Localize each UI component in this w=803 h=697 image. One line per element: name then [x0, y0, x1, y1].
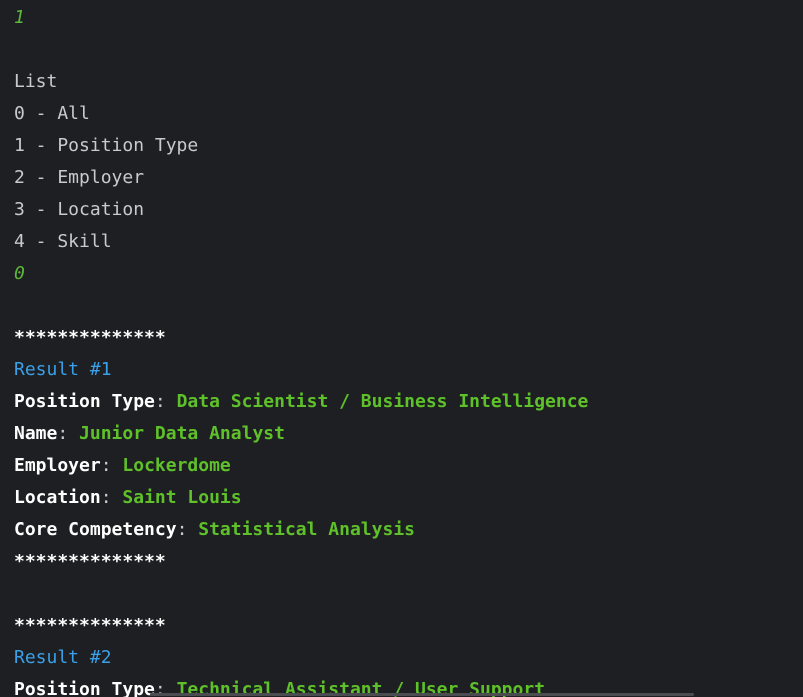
result-separator: ************** [14, 551, 166, 572]
field-value: Junior Data Analyst [79, 423, 285, 444]
field-label: Employer [14, 455, 101, 476]
field-value: Lockerdome [122, 455, 231, 476]
result-field: Employer: Lockerdome [14, 450, 803, 482]
field-separator: : [100, 487, 123, 508]
console-output: 1 List 0 - All 1 - Position Type 2 - Emp… [0, 0, 803, 697]
menu-item: 3 - Location [14, 199, 145, 220]
user-input-line: 1 [14, 7, 25, 28]
user-input-line: 0 [14, 263, 25, 284]
menu-item: 4 - Skill [14, 231, 112, 252]
field-separator: : [100, 455, 123, 476]
field-separator: : [154, 391, 177, 412]
field-value: Statistical Analysis [198, 519, 415, 540]
menu-header: List [14, 71, 58, 92]
field-separator: : [57, 423, 80, 444]
field-value: Saint Louis [122, 487, 242, 508]
field-value: Data Scientist / Business Intelligence [176, 391, 589, 412]
result-separator: ************** [14, 615, 166, 636]
field-label: Name [14, 423, 58, 444]
result-field: Name: Junior Data Analyst [14, 418, 803, 450]
result-heading: Result #2 [14, 647, 112, 668]
result-separator: ************** [14, 327, 166, 348]
result-field: Position Type: Data Scientist / Business… [14, 386, 803, 418]
field-label: Position Type [14, 391, 155, 412]
console-lines: 1 List 0 - All 1 - Position Type 2 - Emp… [14, 2, 803, 697]
scrollbar-thumb[interactable] [150, 693, 694, 696]
result-heading: Result #1 [14, 359, 112, 380]
field-separator: : [176, 519, 199, 540]
horizontal-scrollbar[interactable] [0, 692, 803, 697]
result-field: Location: Saint Louis [14, 482, 803, 514]
field-label: Core Competency [14, 519, 177, 540]
menu-item: 1 - Position Type [14, 135, 199, 156]
field-label: Location [14, 487, 101, 508]
result-field: Core Competency: Statistical Analysis [14, 514, 803, 546]
menu-item: 0 - All [14, 103, 90, 124]
menu-item: 2 - Employer [14, 167, 145, 188]
